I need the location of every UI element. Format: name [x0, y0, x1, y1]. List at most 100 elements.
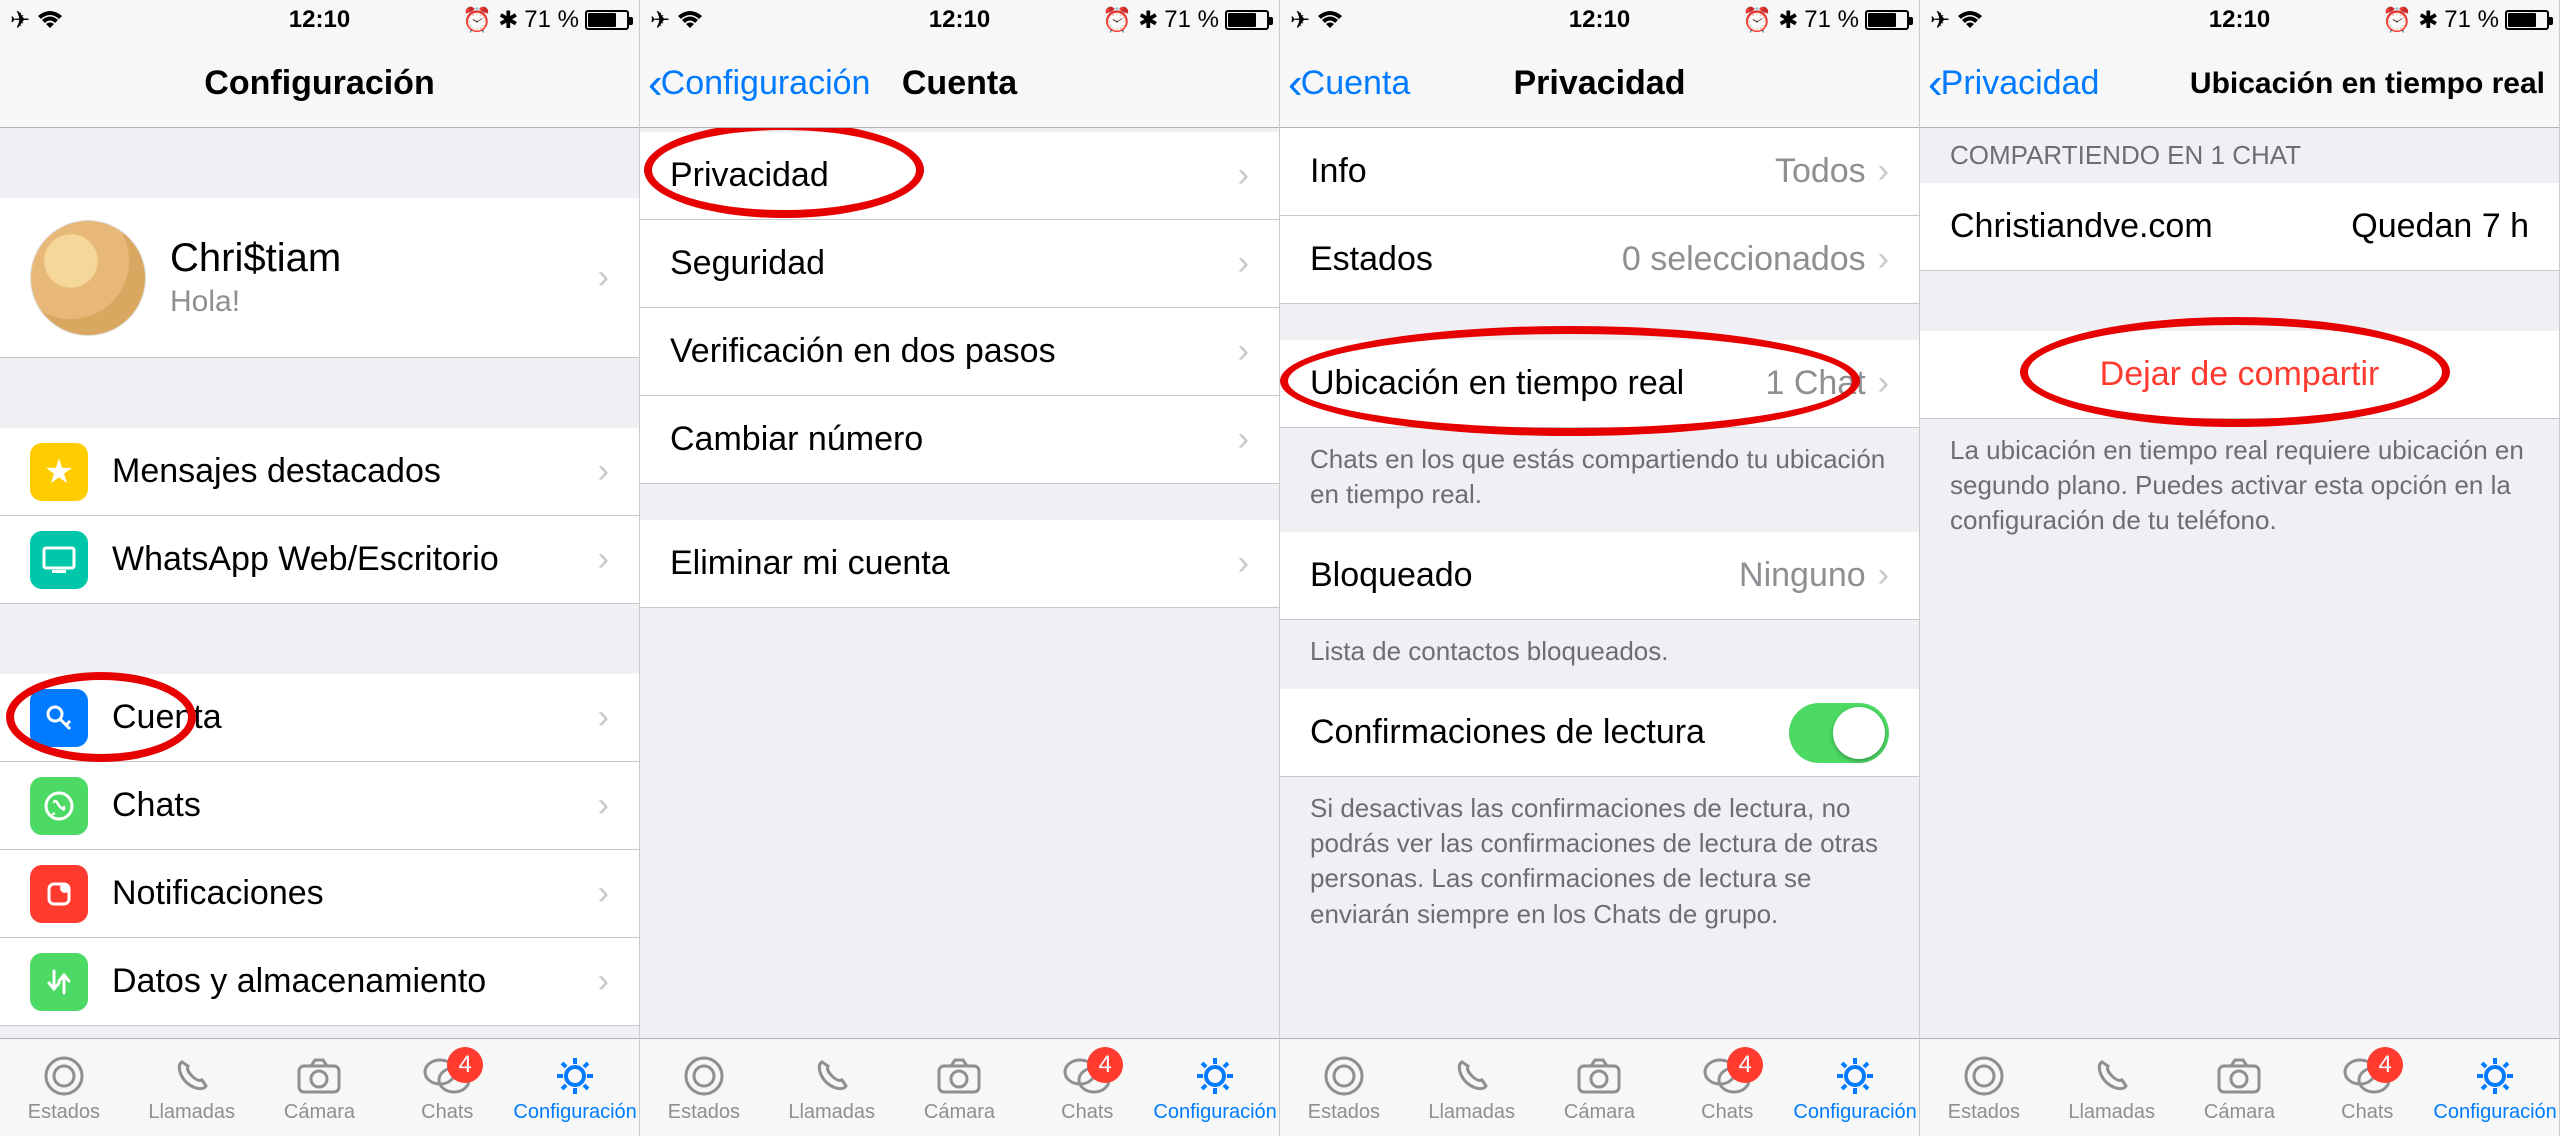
- chevron-right-icon: ›: [598, 258, 609, 297]
- profile-row[interactable]: Chri$tiam Hola! ›: [0, 198, 639, 358]
- data-icon: [30, 953, 88, 1011]
- blocked-footer: Lista de contactos bloqueados.: [1280, 620, 1919, 679]
- tab-chats[interactable]: Chats4: [1663, 1051, 1791, 1124]
- nav-bar: ‹Configuración Cuenta: [640, 40, 1279, 128]
- tab-llamadas[interactable]: Llamadas: [1408, 1051, 1536, 1124]
- alarm-icon: ⏰: [1742, 6, 1772, 35]
- gear-icon: [1190, 1051, 1240, 1101]
- avatar: [30, 220, 146, 336]
- chevron-right-icon: ›: [1878, 364, 1889, 403]
- status-bar: ✈ 12:10 ⏰✱71 %: [640, 0, 1279, 40]
- tab-configuracion[interactable]: Configuración: [1151, 1051, 1279, 1124]
- tab-chats[interactable]: Chats4: [2303, 1051, 2431, 1124]
- camera-icon: [2214, 1051, 2264, 1101]
- deleteaccount-row[interactable]: Eliminar mi cuenta›: [640, 520, 1279, 608]
- star-icon: ★: [30, 443, 88, 501]
- tab-bar: Estados Llamadas Cámara Chats4 Configura…: [1280, 1038, 1919, 1136]
- tab-estados[interactable]: Estados: [1920, 1051, 2048, 1124]
- tab-configuracion[interactable]: Configuración: [511, 1051, 639, 1124]
- phone-icon: [2087, 1051, 2137, 1101]
- tab-configuracion[interactable]: Configuración: [1791, 1051, 1919, 1124]
- status-bar: ✈ 12:10 ⏰✱71 %: [1280, 0, 1919, 40]
- status-time: 12:10: [929, 6, 990, 34]
- battery-icon: [585, 10, 629, 30]
- blocked-row[interactable]: BloqueadoNinguno›: [1280, 532, 1919, 620]
- tab-bar: Estados Llamadas Cámara Chats 4 Configur…: [0, 1038, 639, 1136]
- info-row[interactable]: InfoTodos›: [1280, 128, 1919, 216]
- tab-chats[interactable]: Chats4: [1023, 1051, 1151, 1124]
- tab-camara[interactable]: Cámara: [2176, 1051, 2304, 1124]
- phone-icon: [167, 1051, 217, 1101]
- sharedchat-row[interactable]: Christiandve.comQuedan 7 h: [1920, 183, 2559, 271]
- page-title: Cuenta: [902, 64, 1017, 103]
- chevron-right-icon: ›: [1878, 556, 1889, 595]
- livelocation-row[interactable]: Ubicación en tiempo real 1 Chat ›: [1280, 340, 1919, 428]
- camera-icon: [1574, 1051, 1624, 1101]
- tab-estados[interactable]: Estados: [0, 1051, 128, 1124]
- chevron-right-icon: ›: [1238, 244, 1249, 283]
- bluetooth-icon: ✱: [1138, 6, 1158, 35]
- tab-camara[interactable]: Cámara: [256, 1051, 384, 1124]
- twostep-row[interactable]: Verificación en dos pasos›: [640, 308, 1279, 396]
- gear-icon: [1830, 1051, 1880, 1101]
- screen-account: ✈ 12:10 ⏰✱71 % ‹Configuración Cuenta Pri…: [640, 0, 1280, 1136]
- chats-badge: 4: [447, 1047, 483, 1083]
- privacy-row[interactable]: Privacidad ›: [640, 132, 1279, 220]
- states-row[interactable]: Estados0 seleccionados›: [1280, 216, 1919, 304]
- data-row[interactable]: Datos y almacenamiento ›: [0, 938, 639, 1026]
- readreceipts-footer: Si desactivas las confirmaciones de lect…: [1280, 777, 1919, 941]
- account-row[interactable]: Cuenta ›: [0, 674, 639, 762]
- web-row[interactable]: WhatsApp Web/Escritorio ›: [0, 516, 639, 604]
- back-button[interactable]: ‹Cuenta: [1288, 62, 1410, 106]
- status-time: 12:10: [2209, 6, 2270, 34]
- gear-icon: [2470, 1051, 2520, 1101]
- page-title: Configuración: [204, 64, 434, 103]
- stopsharing-button[interactable]: Dejar de compartir: [1920, 331, 2559, 419]
- chevron-right-icon: ›: [1238, 156, 1249, 195]
- tab-estados[interactable]: Estados: [1280, 1051, 1408, 1124]
- notification-icon: [30, 865, 88, 923]
- tab-configuracion[interactable]: Configuración: [2431, 1051, 2559, 1124]
- back-button[interactable]: ‹Configuración: [648, 62, 870, 106]
- page-title: Ubicación en tiempo real: [2190, 67, 2545, 101]
- chevron-right-icon: ›: [1878, 152, 1889, 191]
- livelocation-info: La ubicación en tiempo real requiere ubi…: [1920, 419, 2559, 548]
- wifi-icon: [36, 10, 64, 30]
- tab-camara[interactable]: Cámara: [896, 1051, 1024, 1124]
- chevron-right-icon: ›: [1238, 420, 1249, 459]
- readreceipts-toggle[interactable]: [1789, 703, 1889, 763]
- tab-camara[interactable]: Cámara: [1536, 1051, 1664, 1124]
- back-button[interactable]: ‹Privacidad: [1928, 62, 2099, 106]
- changenumber-row[interactable]: Cambiar número›: [640, 396, 1279, 484]
- bluetooth-icon: ✱: [2418, 6, 2438, 35]
- gear-icon: [550, 1051, 600, 1101]
- airplane-icon: ✈: [1930, 6, 1950, 35]
- chevron-right-icon: ›: [598, 874, 609, 913]
- tab-chats[interactable]: Chats 4: [383, 1051, 511, 1124]
- chats-row[interactable]: Chats ›: [0, 762, 639, 850]
- alarm-icon: ⏰: [1102, 6, 1132, 35]
- phone-icon: [807, 1051, 857, 1101]
- tab-llamadas[interactable]: Llamadas: [768, 1051, 896, 1124]
- alarm-icon: ⏰: [2382, 6, 2412, 35]
- tab-llamadas[interactable]: Llamadas: [128, 1051, 256, 1124]
- readreceipts-row[interactable]: Confirmaciones de lectura: [1280, 689, 1919, 777]
- status-ring-icon: [1319, 1051, 1369, 1101]
- nav-bar: ‹Cuenta Privacidad: [1280, 40, 1919, 128]
- notifications-row[interactable]: Notificaciones ›: [0, 850, 639, 938]
- key-icon: [30, 689, 88, 747]
- tab-estados[interactable]: Estados: [640, 1051, 768, 1124]
- profile-status: Hola!: [170, 285, 598, 319]
- starred-row[interactable]: ★ Mensajes destacados ›: [0, 428, 639, 516]
- status-bar: ✈ 12:10 ⏰ ✱ 71 %: [0, 0, 639, 40]
- livelocation-footer: Chats en los que estás compartiendo tu u…: [1280, 428, 1919, 522]
- screen-privacy: ✈ 12:10 ⏰✱71 % ‹Cuenta Privacidad InfoTo…: [1280, 0, 1920, 1136]
- tab-llamadas[interactable]: Llamadas: [2048, 1051, 2176, 1124]
- bluetooth-icon: ✱: [498, 6, 518, 35]
- chevron-right-icon: ›: [1238, 332, 1249, 371]
- chevron-right-icon: ›: [598, 962, 609, 1001]
- chevron-right-icon: ›: [598, 786, 609, 825]
- status-ring-icon: [679, 1051, 729, 1101]
- security-row[interactable]: Seguridad›: [640, 220, 1279, 308]
- nav-bar: Configuración: [0, 40, 639, 128]
